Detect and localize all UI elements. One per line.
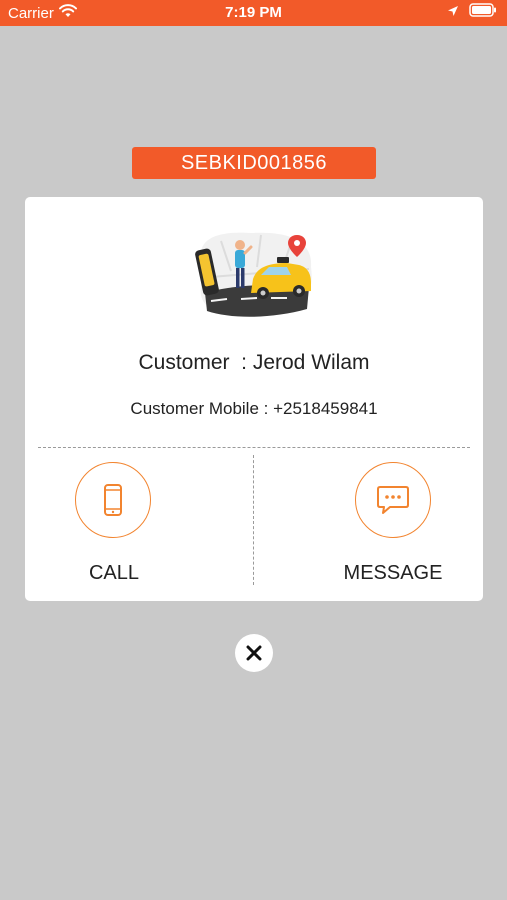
battery-icon	[469, 3, 497, 21]
horizontal-divider	[38, 447, 470, 448]
vertical-divider	[253, 455, 254, 585]
location-arrow-icon	[447, 4, 459, 21]
phone-icon	[104, 484, 122, 516]
message-button[interactable]	[355, 462, 431, 538]
call-label[interactable]: CALL	[65, 562, 163, 585]
taxi-illustration	[191, 227, 317, 321]
close-button[interactable]	[235, 634, 273, 672]
call-button[interactable]	[75, 462, 151, 538]
message-label[interactable]: MESSAGE	[335, 562, 451, 585]
customer-name: Customer : Jerod Wilam	[138, 351, 370, 374]
status-time: 7:19 PM	[225, 4, 282, 21]
booking-id-badge: SEBKID001856	[132, 147, 376, 179]
customer-card: Customer : Jerod Wilam Customer Mobile :…	[25, 197, 483, 601]
message-icon	[377, 486, 409, 514]
status-bar: Carrier 7:19 PM	[0, 0, 507, 26]
close-icon	[246, 645, 262, 661]
status-right	[447, 3, 497, 21]
customer-mobile: Customer Mobile : +2518459841	[130, 399, 378, 418]
